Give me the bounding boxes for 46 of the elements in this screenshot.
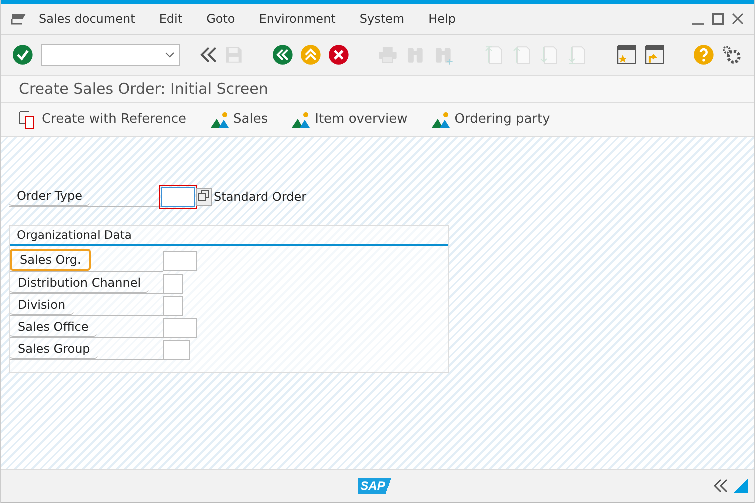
settings-icon[interactable]: [722, 45, 742, 65]
toolbar-button[interactable]: Sales: [210, 112, 268, 128]
field-label: Distribution Channel: [10, 274, 150, 293]
shortcut-icon[interactable]: [644, 45, 664, 65]
mountain-icon: [210, 112, 229, 128]
new-window-icon[interactable]: [616, 45, 637, 65]
mountain-icon: [432, 112, 450, 128]
resize-handle-icon[interactable]: [734, 479, 748, 493]
input-field[interactable]: [163, 340, 190, 360]
field-label: Order Type: [9, 187, 90, 206]
exit-icon[interactable]: [300, 45, 321, 65]
close-icon[interactable]: [732, 13, 744, 25]
command-field[interactable]: [40, 44, 180, 66]
field-label: Sales Org.: [10, 249, 92, 271]
field-label: Sales Office: [10, 318, 97, 337]
maximize-icon[interactable]: [712, 13, 724, 25]
mountain-icon: [292, 112, 310, 128]
field-label: Sales Group: [10, 340, 98, 359]
input-field[interactable]: [163, 296, 183, 316]
toolbar-button[interactable]: Ordering party: [432, 112, 550, 128]
cancel-icon[interactable]: [328, 45, 349, 65]
enter-icon[interactable]: [13, 45, 33, 65]
menu-item[interactable]: Help: [428, 12, 456, 26]
copy-icon: [19, 110, 37, 128]
menu-item[interactable]: Environment: [259, 12, 336, 26]
double-chevron-icon[interactable]: [714, 479, 728, 493]
field-description: Standard Order: [214, 190, 307, 204]
menu-item[interactable]: Edit: [159, 12, 183, 26]
input-field[interactable]: [163, 250, 197, 270]
double-chevron-icon[interactable]: [200, 46, 218, 64]
value-help-icon[interactable]: [196, 188, 212, 206]
field-label: Division: [10, 296, 74, 315]
input-field[interactable]: [163, 274, 183, 294]
menu-icon[interactable]: [11, 13, 27, 25]
menu-item[interactable]: Sales document: [39, 12, 136, 26]
screen-title: Create Sales Order: Initial Screen: [19, 80, 268, 98]
menu-item[interactable]: Goto: [206, 12, 236, 26]
toolbar-button[interactable]: Create with Reference: [19, 110, 187, 128]
help-icon[interactable]: [694, 45, 714, 65]
caret-icon[interactable]: [164, 52, 175, 58]
menu-item[interactable]: System: [360, 12, 405, 26]
group-title: Organizational Data: [10, 226, 448, 246]
back-icon[interactable]: [273, 45, 293, 65]
input-field[interactable]: [163, 318, 197, 338]
toolbar-button[interactable]: Item overview: [292, 112, 408, 128]
input-field[interactable]: [161, 187, 195, 207]
